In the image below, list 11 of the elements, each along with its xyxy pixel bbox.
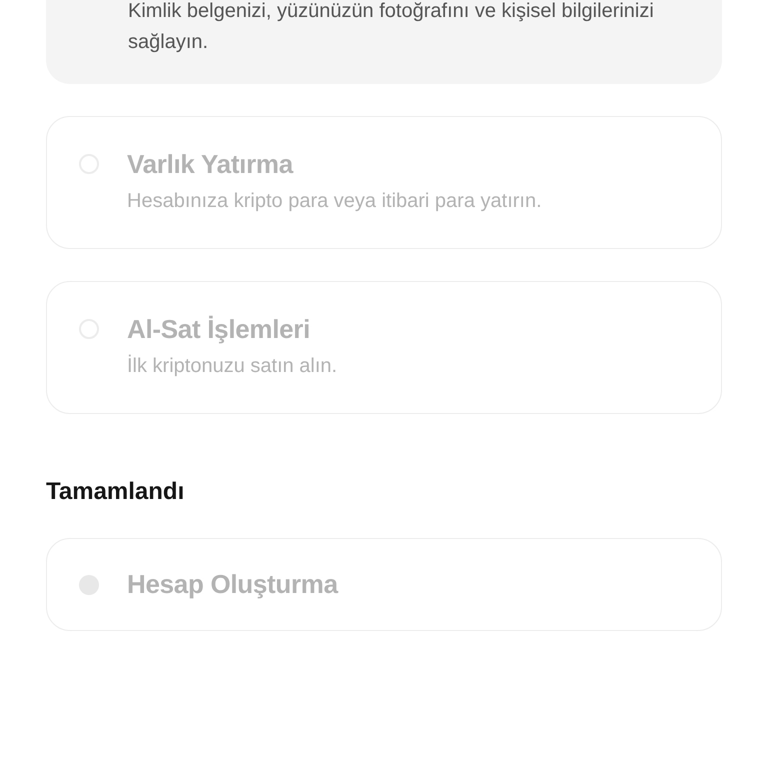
current-step-card[interactable]: Kimlik belgenizi, yüzünüzün fotoğrafını ve kişisel bilgilerinizi sağlayın. <box>46 0 722 84</box>
step-card[interactable]: Hesap Oluşturma <box>46 538 722 631</box>
step-title: Al-Sat İşlemleri <box>127 314 312 345</box>
step-description: İlk kriptonuzu satın alın. <box>127 355 338 378</box>
step-card[interactable]: Varlık Yatırma Hesabınıza kripto para veya itibari para yatırın. <box>46 116 722 249</box>
section-heading: Tamamlandı <box>46 478 186 506</box>
step-title: Hesap Oluşturma <box>127 569 338 600</box>
step-description: Kimlik belgenizi, yüzünüzün fotoğrafını ve kişisel bilgilerinizi sağlayın. <box>128 0 655 55</box>
step-title: Varlık Yatırma <box>127 149 294 180</box>
step-card[interactable]: Al-Sat İşlemleri İlk kriptonuzu satın alın. <box>46 281 722 414</box>
step-description: Hesabınıza kripto para veya itibari para yatırın. <box>127 190 542 213</box>
